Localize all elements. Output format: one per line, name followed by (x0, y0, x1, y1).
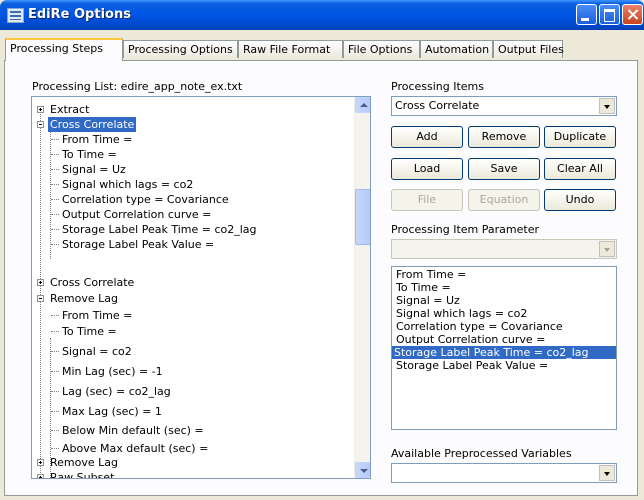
window-title: EdiRe Options (28, 7, 131, 22)
dropdown-arrow-icon[interactable] (599, 98, 615, 114)
add-button[interactable]: Add (391, 126, 463, 148)
parameter-list[interactable]: From Time = To Time = Signal = Uz Signal… (391, 266, 617, 430)
file-button[interactable]: File (391, 189, 463, 211)
tree-item-param[interactable]: Output Correlation curve = (62, 207, 211, 222)
clear-all-button[interactable]: Clear All (544, 158, 616, 180)
close-button[interactable] (622, 4, 643, 25)
tab-automation[interactable]: Automation (420, 40, 493, 58)
tree-item-param[interactable]: Lag (sec) = co2_lag (62, 384, 171, 399)
processing-list-label: Processing List: edire_app_note_ex.txt (32, 80, 243, 93)
tree-item-param[interactable]: From Time = (62, 132, 132, 147)
expand-icon[interactable] (37, 106, 44, 113)
processing-item-parameter-dropdown[interactable] (391, 239, 617, 259)
tree-item-param[interactable]: To Time = (62, 147, 117, 162)
collapse-icon[interactable] (37, 121, 44, 128)
parameter-item[interactable]: Output Correlation curve = (394, 333, 547, 346)
edire-options-window: EdiRe Options Processing Steps Processin… (0, 0, 644, 500)
processing-steps-panel: Processing List: edire_app_note_ex.txt E… (4, 60, 638, 496)
tree-item-param[interactable]: Below Min default (sec) = (62, 423, 204, 438)
parameter-item[interactable]: Signal = Uz (394, 294, 462, 307)
tree-item-param[interactable]: Storage Label Peak Time = co2_lag (62, 222, 257, 237)
parameter-item[interactable]: To Time = (394, 281, 453, 294)
tree-item-param[interactable]: Signal which lags = co2 (62, 177, 193, 192)
load-button[interactable]: Load (391, 158, 463, 180)
available-preprocessed-dropdown[interactable] (391, 463, 617, 483)
scroll-down-button[interactable] (355, 462, 370, 478)
tab-processing-options[interactable]: Processing Options (123, 40, 238, 58)
processing-items-label: Processing Items (391, 80, 485, 93)
parameter-item[interactable]: Storage Label Peak Value = (394, 359, 550, 372)
tree-item-param[interactable]: Storage Label Peak Value = (62, 237, 214, 252)
save-button[interactable]: Save (468, 158, 540, 180)
expand-icon[interactable] (37, 474, 44, 478)
tree-item-param[interactable]: Signal = co2 (62, 344, 132, 359)
minimize-button[interactable] (576, 4, 597, 25)
processing-list-tree[interactable]: Extract Cross Correlate From Time = To T… (31, 96, 371, 479)
duplicate-button[interactable]: Duplicate (544, 126, 616, 148)
tree-item-param[interactable]: To Time = (62, 324, 117, 339)
tree-item-param[interactable]: Correlation type = Covariance (62, 192, 229, 207)
tree-item-param[interactable]: Signal = Uz (62, 162, 126, 177)
tree-item-param[interactable]: Max Lag (sec) = 1 (62, 404, 162, 419)
title-bar[interactable]: EdiRe Options (0, 0, 644, 30)
remove-button[interactable]: Remove (468, 126, 540, 148)
dropdown-arrow-icon[interactable] (599, 465, 615, 481)
app-icon (7, 8, 24, 23)
available-preprocessed-label: Available Preprocessed Variables (391, 447, 572, 460)
parameter-item[interactable]: Correlation type = Covariance (394, 320, 565, 333)
undo-button[interactable]: Undo (544, 189, 616, 211)
tree-item-param[interactable]: Min Lag (sec) = -1 (62, 364, 163, 379)
processing-item-parameter-label: Processing Item Parameter (391, 223, 540, 236)
tab-processing-steps[interactable]: Processing Steps (5, 38, 123, 61)
processing-list-scrollbar[interactable] (354, 97, 370, 478)
processing-items-dropdown[interactable]: Cross Correlate (391, 96, 617, 116)
tree-item-param[interactable]: Above Max default (sec) = (62, 441, 208, 456)
equation-button[interactable]: Equation (468, 189, 540, 211)
tab-file-options[interactable]: File Options (343, 40, 420, 58)
parameter-item-selected[interactable]: Storage Label Peak Time = co2_lag (392, 346, 616, 359)
parameter-item[interactable]: Signal which lags = co2 (394, 307, 529, 320)
maximize-button[interactable] (599, 4, 620, 25)
scroll-thumb[interactable] (355, 189, 370, 245)
tree-item-param[interactable]: From Time = (62, 308, 132, 323)
tab-output-files[interactable]: Output Files (493, 40, 564, 58)
tab-raw-file-format[interactable]: Raw File Format (238, 40, 343, 58)
expand-icon[interactable] (37, 459, 44, 466)
collapse-icon[interactable] (37, 295, 44, 302)
expand-icon[interactable] (37, 279, 44, 286)
parameter-item[interactable]: From Time = (394, 268, 468, 281)
dropdown-arrow-icon[interactable] (599, 241, 615, 257)
scroll-up-button[interactable] (355, 97, 370, 113)
